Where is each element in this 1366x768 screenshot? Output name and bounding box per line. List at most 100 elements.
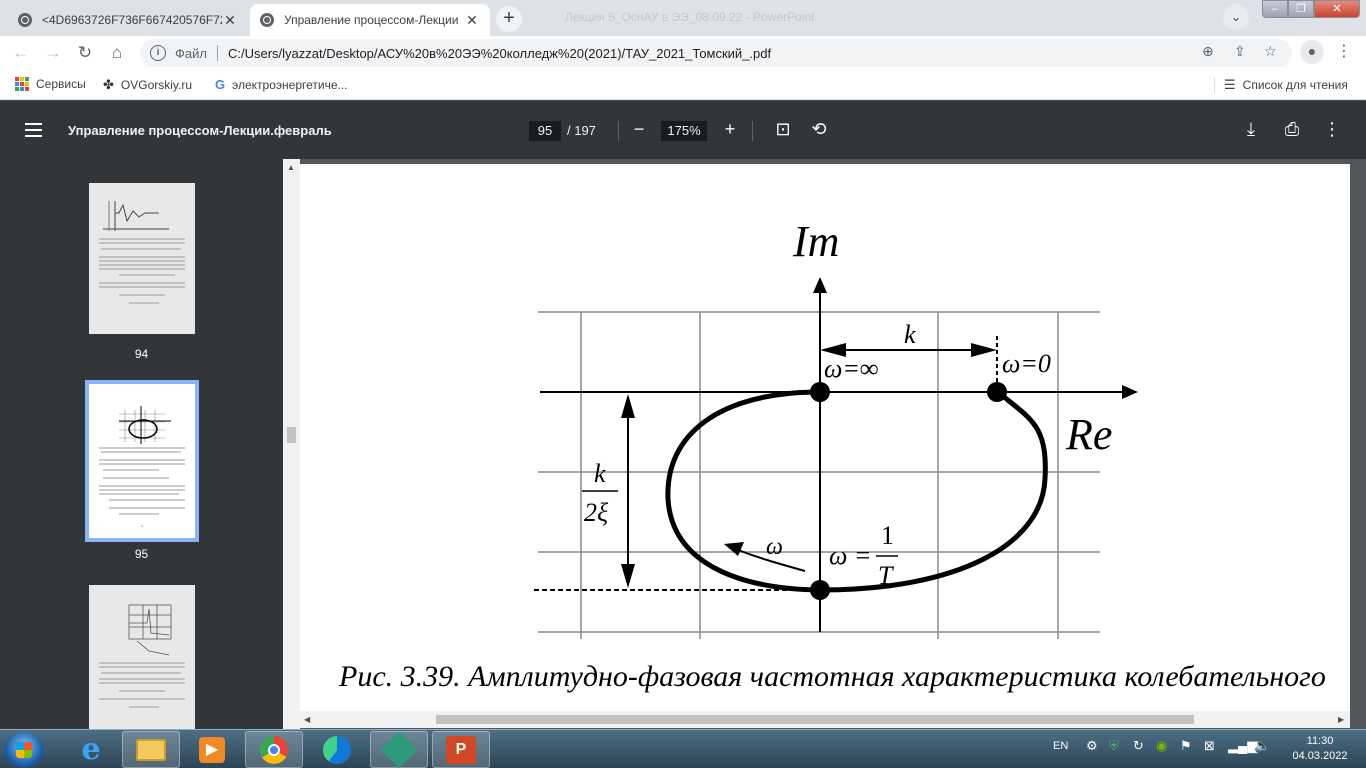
system-clock[interactable]: 11:30 04.03.2022	[1290, 734, 1350, 764]
sidebar-scrollbar[interactable]: ▲	[283, 159, 300, 729]
shield-icon[interactable]: ⛨	[1109, 738, 1119, 754]
minimize-icon[interactable]: –	[1262, 0, 1288, 18]
t-label: T	[878, 561, 894, 590]
site-logo-icon: ✤	[103, 77, 114, 92]
print-icon[interactable]: ⎙	[1280, 119, 1304, 140]
reading-list-icon: ☰	[1224, 77, 1236, 92]
more-options-icon[interactable]: ⋮	[1320, 119, 1344, 140]
ie-icon[interactable]: e	[62, 731, 120, 768]
omega-inf-point	[810, 382, 830, 402]
chrome-icon[interactable]	[245, 731, 303, 768]
info-icon[interactable]: i	[150, 45, 166, 61]
close-icon[interactable]: ✕	[222, 12, 238, 29]
nyquist-figure: Im Re k ω=0 ω=∞ ω ω = 1 T k 2ξ	[534, 217, 1138, 639]
bookmark-star-icon[interactable]: ☆	[1264, 43, 1277, 60]
tab-title: <4D6963726F736F667420576F72	[42, 13, 222, 27]
home-icon[interactable]: ⌂	[104, 40, 130, 66]
url-text[interactable]: C:/Users/lyazzat/Desktop/АСУ%20в%20ЭЭ%20…	[228, 46, 771, 61]
nvidia-icon[interactable]: ◉	[1156, 738, 1167, 754]
flag-icon[interactable]: ⚑	[1180, 738, 1192, 754]
k-label: k	[904, 320, 916, 349]
bookmark-ovgorskiy[interactable]: ✤ OVGorskiy.ru	[103, 77, 192, 93]
scheme-label: Файл	[175, 45, 207, 61]
scrollbar-thumb[interactable]	[287, 427, 296, 443]
scroll-left-icon[interactable]: ◀	[304, 715, 310, 724]
share-icon[interactable]: ⇪	[1234, 43, 1246, 60]
horizontal-scrollbar[interactable]: ◀ ▶	[300, 711, 1350, 728]
thumbnail-label: 95	[134, 547, 149, 561]
back-arrow-icon[interactable]: ←	[8, 40, 34, 66]
pdf-viewport: Im Re k ω=0 ω=∞ ω ω = 1 T k 2ξ Рис. 3.39…	[300, 159, 1366, 729]
divider	[752, 121, 753, 141]
profile-avatar-icon[interactable]: ●	[1300, 40, 1324, 64]
language-indicator[interactable]: EN	[1053, 740, 1068, 752]
update-icon[interactable]: ↻	[1133, 738, 1144, 754]
windows-taskbar: e ▶ P EN ⚙ ⛨ ↻ ◉ ⚑ ⊠ ▂▄▆ 🔈 11:30 04.03.2…	[0, 729, 1366, 768]
tab-title: Управление процессом-Лекции	[284, 13, 459, 27]
page-number-input[interactable]: 95	[529, 121, 561, 141]
zoom-input[interactable]: 175%	[661, 121, 707, 141]
new-tab-button[interactable]: +	[496, 6, 522, 32]
reload-icon[interactable]: ↻	[72, 40, 98, 66]
tab-strip: <4D6963726F736F667420576F72 ✕ Управление…	[0, 0, 1366, 36]
screen: <4D6963726F736F667420576F72 ✕ Управление…	[0, 0, 1366, 768]
bookmark-label: OVGorskiy.ru	[120, 78, 193, 92]
thumbnail-preview	[99, 201, 185, 304]
bookmark-apps[interactable]: Сервисы	[15, 77, 86, 91]
figure-caption: Рис. 3.39. Амплитудно-фазовая частотная …	[339, 660, 1326, 693]
scroll-up-icon[interactable]: ▲	[287, 163, 295, 172]
google-icon: G	[215, 77, 226, 92]
volume-icon[interactable]: 🔈	[1254, 738, 1270, 754]
thumbnail-page-96[interactable]	[89, 585, 195, 729]
green-app-icon[interactable]	[370, 731, 428, 768]
close-window-icon[interactable]: ✕	[1314, 0, 1360, 18]
tab-search-icon[interactable]: ⌄	[1223, 4, 1249, 30]
zoom-in-icon[interactable]: +	[718, 119, 742, 140]
reading-list-label: Список для чтения	[1242, 78, 1348, 92]
zoom-out-icon[interactable]: −	[627, 119, 651, 140]
zoom-icon[interactable]: ⊕	[1202, 43, 1214, 60]
background-window-title: Лекция 5_ОснАУ в ЭЭ_08.09.22 - PowerPoin…	[565, 10, 815, 24]
tray-app-icon[interactable]: ⚙	[1086, 738, 1098, 754]
thumbnail-page-94[interactable]	[89, 183, 195, 334]
apps-grid-icon	[15, 77, 29, 91]
fit-page-icon[interactable]: ⊡	[771, 119, 795, 140]
height-den-label: 2ξ	[584, 498, 609, 527]
explorer-icon[interactable]	[122, 731, 180, 768]
address-bar[interactable]: i Файл C:/Users/lyazzat/Desktop/АСУ%20в%…	[140, 39, 1292, 67]
network-icon[interactable]: ⊠	[1204, 738, 1215, 754]
media-player-icon[interactable]: ▶	[183, 731, 241, 768]
thumbnail-preview	[99, 604, 185, 708]
powerpoint-icon[interactable]: P	[432, 731, 490, 768]
one-label: 1	[881, 521, 894, 550]
reading-list[interactable]: ☰ Список для чтения	[1214, 77, 1348, 93]
im-label: Im	[792, 217, 839, 266]
scroll-right-icon[interactable]: ▶	[1338, 715, 1344, 724]
divider	[1214, 77, 1215, 93]
tab-word-doc[interactable]: <4D6963726F736F667420576F72 ✕	[8, 4, 248, 36]
clock-date: 04.03.2022	[1292, 750, 1348, 762]
globe-icon	[260, 13, 274, 27]
pdf-page: Im Re k ω=0 ω=∞ ω ω = 1 T k 2ξ Рис. 3.39…	[300, 164, 1350, 712]
thumbnail-sidebar: 94 95	[0, 159, 283, 729]
start-button[interactable]	[4, 732, 44, 768]
bookmark-label: электроэнергетиче...	[232, 77, 348, 92]
thumbnail-page-95[interactable]	[85, 380, 199, 542]
bookmark-google[interactable]: G электроэнергетиче...	[215, 77, 348, 92]
maximize-icon[interactable]: ❐	[1288, 0, 1314, 18]
omega-label: ω	[766, 534, 783, 560]
close-icon[interactable]: ✕	[464, 12, 480, 29]
tab-pdf[interactable]: Управление процессом-Лекции ✕	[250, 4, 490, 36]
edge-icon[interactable]	[308, 731, 366, 768]
window-controls: – ❐ ✕	[1262, 0, 1360, 18]
scrollbar-thumb[interactable]	[436, 715, 1194, 724]
hamburger-menu-icon[interactable]	[25, 123, 42, 141]
browser-toolbar: ← → ↻ ⌂ i Файл C:/Users/lyazzat/Desktop/…	[0, 36, 1366, 70]
omega-inf-label: ω=∞	[824, 354, 878, 383]
arrowhead-down-icon	[621, 564, 635, 588]
download-icon[interactable]: ⤓	[1239, 119, 1263, 140]
signal-icon[interactable]: ▂▄▆	[1228, 738, 1257, 754]
forward-arrow-icon[interactable]: →	[40, 40, 66, 66]
chrome-menu-icon[interactable]: ⋮	[1336, 40, 1352, 64]
rotate-icon[interactable]: ⟲	[807, 119, 831, 140]
